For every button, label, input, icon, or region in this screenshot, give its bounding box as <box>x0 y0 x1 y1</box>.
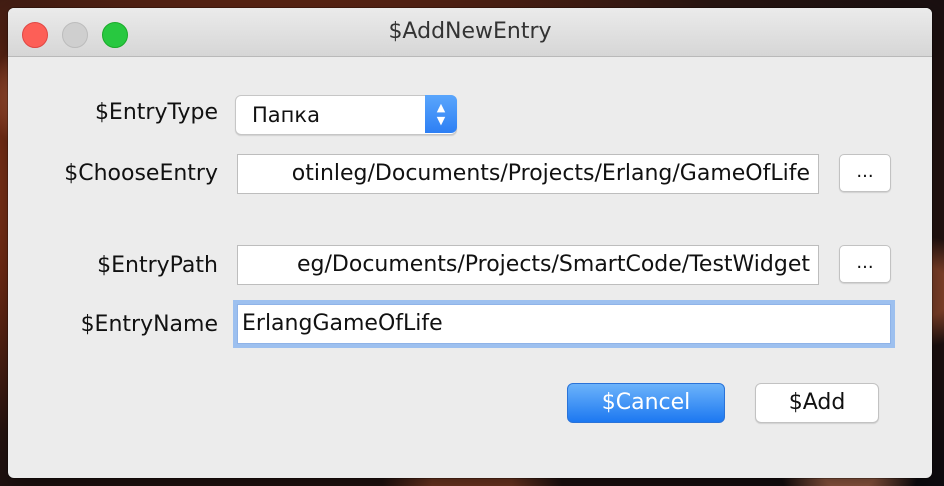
entry-path-field[interactable]: eg/Documents/Projects/SmartCode/TestWidg… <box>237 245 819 285</box>
cancel-button[interactable]: $Cancel <box>567 383 725 423</box>
entry-type-select[interactable]: Папка ▲ ▼ <box>235 95 457 135</box>
entry-name-field[interactable]: ErlangGameOfLife <box>237 304 891 344</box>
choose-entry-browse-button[interactable]: ... <box>839 154 891 192</box>
add-new-entry-dialog: $AddNewEntry $EntryType Папка ▲ ▼ $Choose… <box>8 8 932 478</box>
choose-entry-field[interactable]: otinleg/Documents/Projects/Erlang/GameOf… <box>237 154 819 194</box>
entry-path-browse-button[interactable]: ... <box>839 245 891 283</box>
entry-type-label: $EntryType <box>94 100 218 125</box>
select-stepper-icon: ▲ ▼ <box>425 95 457 133</box>
entry-name-label: $EntryName <box>80 312 218 337</box>
entry-name-value: ErlangGameOfLife <box>242 311 443 336</box>
add-button[interactable]: $Add <box>755 383 879 423</box>
choose-entry-value: otinleg/Documents/Projects/Erlang/GameOf… <box>291 161 810 186</box>
entry-path-label: $EntryPath <box>97 253 218 278</box>
window-title: $AddNewEntry <box>388 19 552 44</box>
entry-path-value: eg/Documents/Projects/SmartCode/TestWidg… <box>297 252 810 277</box>
choose-entry-label: $ChooseEntry <box>64 161 218 186</box>
title-bar: $AddNewEntry <box>8 8 932 57</box>
entry-type-selected-value: Папка <box>252 103 320 127</box>
